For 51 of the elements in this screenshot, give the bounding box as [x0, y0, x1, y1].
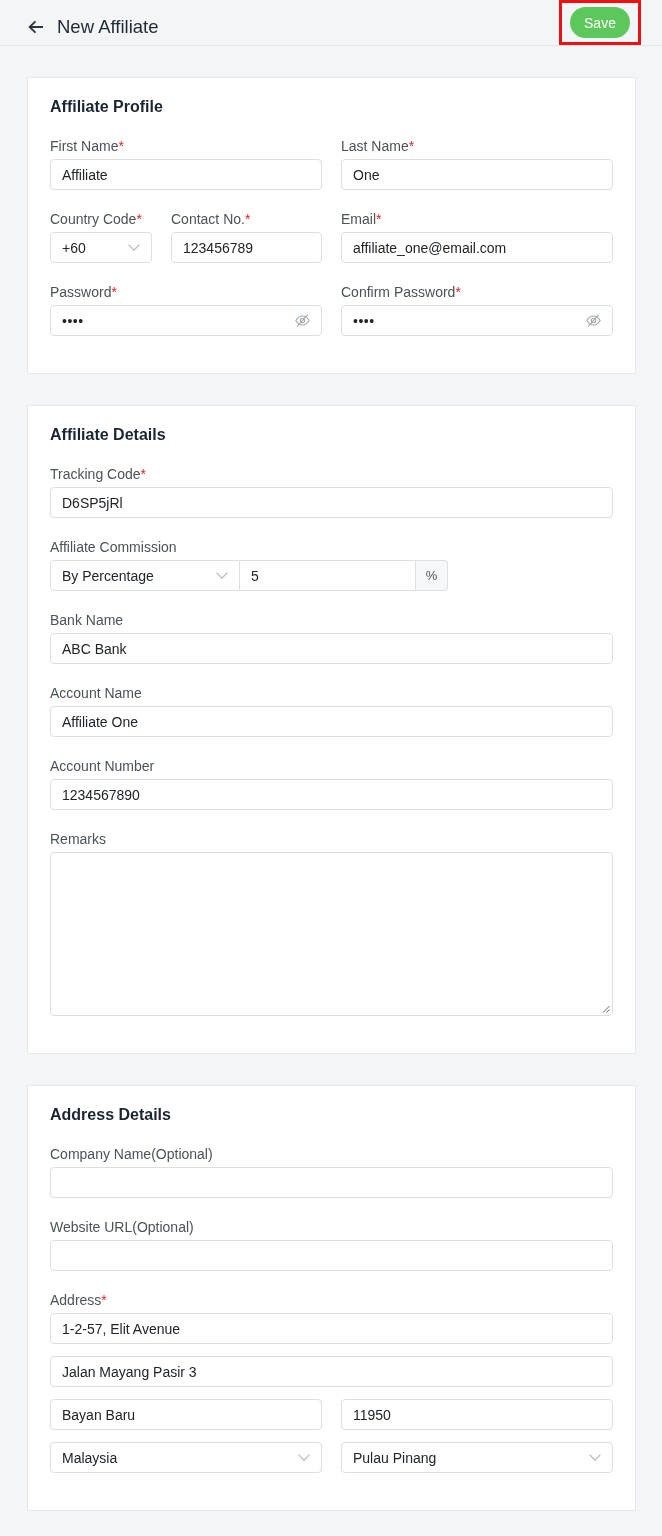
field-label: Company Name(Optional): [50, 1146, 213, 1162]
text-field[interactable]: [50, 1240, 613, 1271]
text-field[interactable]: 123456789: [171, 232, 322, 263]
text-field[interactable]: affiliate_one@email.com: [341, 232, 613, 263]
section-title: Affiliate Profile: [50, 97, 164, 117]
text-field[interactable]: 1-2-57, Elit Avenue: [50, 1313, 613, 1344]
text-field[interactable]: Affiliate: [50, 159, 322, 190]
section-title: Affiliate Details: [50, 425, 167, 445]
select-field[interactable]: By Percentage: [50, 560, 240, 591]
field-label: Account Number: [50, 758, 155, 774]
field-label: Address*: [50, 1292, 107, 1308]
field-label: Account Name: [50, 685, 142, 701]
field-label: Email*: [341, 211, 382, 227]
field-label: Affiliate Commission: [50, 539, 177, 555]
text-field[interactable]: One: [341, 159, 613, 190]
chevron-down-icon: [216, 572, 228, 579]
text-field[interactable]: Affiliate One: [50, 706, 613, 737]
field-label: Bank Name: [50, 612, 124, 628]
field-label: Country Code*: [50, 211, 142, 227]
chevron-down-icon: [128, 244, 140, 251]
back-arrow-icon[interactable]: [28, 20, 44, 34]
page-title: New Affiliate: [57, 16, 159, 38]
section-title: Address Details: [50, 1105, 172, 1125]
field-label: Password*: [50, 284, 117, 300]
text-field[interactable]: D6SP5jRl: [50, 487, 613, 518]
text-field[interactable]: 11950: [341, 1399, 613, 1430]
chevron-down-icon: [589, 1454, 601, 1461]
select-field[interactable]: +60: [50, 232, 152, 263]
field-label: Contact No.*: [171, 211, 251, 227]
field-label: Remarks: [50, 831, 106, 847]
text-field[interactable]: 1234567890: [50, 779, 613, 810]
field-label: Last Name*: [341, 138, 415, 154]
chevron-down-icon: [298, 1454, 310, 1461]
password-field[interactable]: ••••: [341, 305, 613, 336]
eye-slash-icon[interactable]: [295, 314, 310, 327]
select-field[interactable]: Pulau Pinang: [341, 1442, 613, 1473]
field-label: First Name*: [50, 138, 124, 154]
unit-addon: %: [416, 560, 448, 591]
password-field[interactable]: ••••: [50, 305, 322, 336]
text-field[interactable]: [50, 1167, 613, 1198]
text-field[interactable]: ABC Bank: [50, 633, 613, 664]
resize-grip-icon[interactable]: [602, 1005, 610, 1013]
textarea-field[interactable]: [50, 852, 613, 1016]
field-label: Website URL(Optional): [50, 1219, 194, 1235]
field-label: Tracking Code*: [50, 466, 146, 482]
select-field[interactable]: Malaysia: [50, 1442, 322, 1473]
number-field[interactable]: 5: [240, 560, 416, 591]
text-field[interactable]: Jalan Mayang Pasir 3: [50, 1356, 613, 1387]
field-label: Confirm Password*: [341, 284, 461, 300]
text-field[interactable]: Bayan Baru: [50, 1399, 322, 1430]
eye-slash-icon[interactable]: [586, 314, 601, 327]
